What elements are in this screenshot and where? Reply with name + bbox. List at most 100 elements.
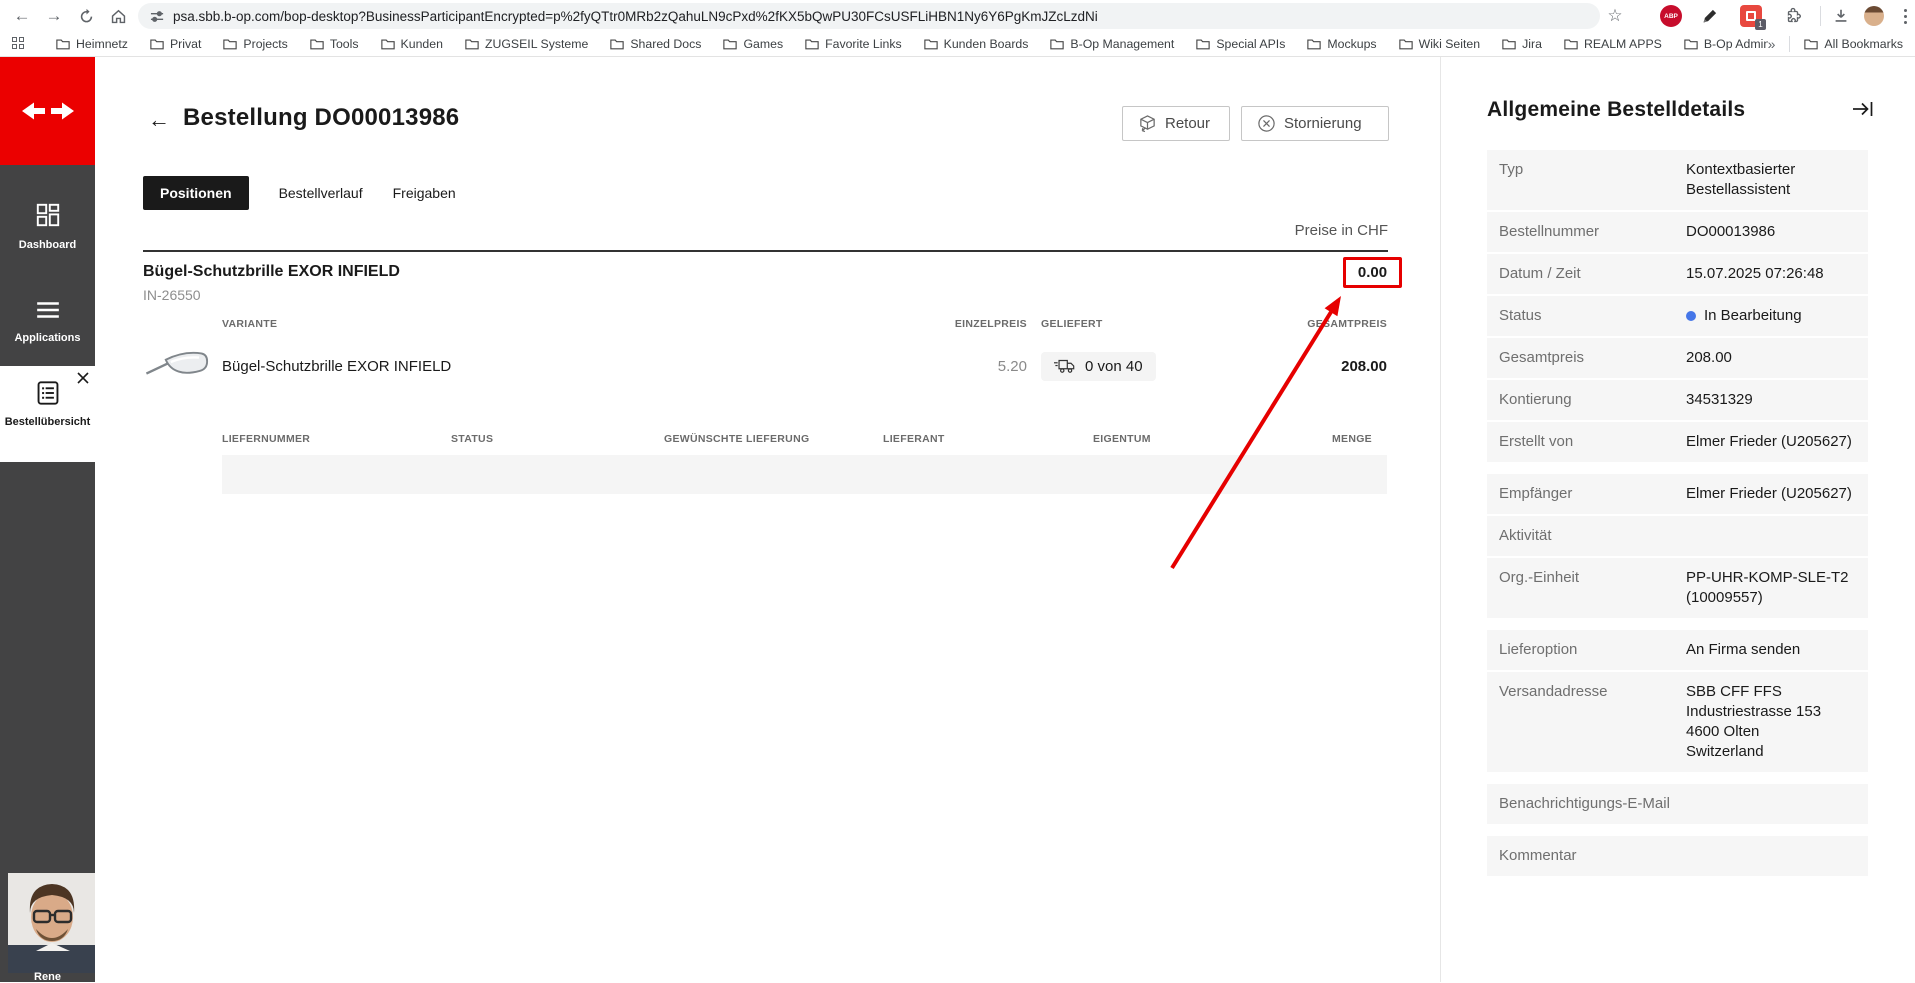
order-main: ← Bestellung DO00013986 Retour Stornieru… — [95, 57, 1440, 982]
user-avatar[interactable] — [8, 873, 97, 973]
browser-reload-icon[interactable] — [72, 2, 100, 30]
bookmark-folder[interactable]: Games — [723, 37, 783, 51]
detail-label: Bestellnummer — [1499, 223, 1600, 240]
variant-row: Bügel-Schutzbrille EXOR INFIELD 5.20 0 v… — [140, 338, 1387, 394]
bookmark-folder[interactable]: Heimnetz — [56, 37, 128, 51]
all-bookmarks-button[interactable]: All Bookmarks — [1804, 37, 1903, 51]
sidebar-item-label: Dashboard — [18, 239, 77, 251]
sbb-logo[interactable] — [0, 57, 95, 165]
bookmarks-overflow-chevron[interactable]: » — [1768, 36, 1776, 52]
bookmark-folder[interactable]: Wiki Seiten — [1398, 37, 1480, 51]
bookmark-folder[interactable]: Jira — [1502, 37, 1542, 51]
folder-icon — [150, 39, 164, 50]
column-header: LIEFERNUMMER — [222, 433, 311, 445]
delivery-table-empty-row — [222, 455, 1387, 494]
stornierung-button[interactable]: Stornierung — [1241, 106, 1389, 141]
detail-rows: Typ Kontextbasierter Bestellassistent Best… — [1487, 150, 1868, 878]
sidebar-item-dashboard[interactable]: Dashboard — [0, 203, 95, 251]
folder-icon — [1196, 39, 1211, 50]
bookmarks-bar: Heimnetz Privat Projects Tools Kunden ZUGSEIL… — [0, 32, 1915, 85]
tab-freigaben[interactable]: Freigaben — [393, 176, 456, 210]
extensions-puzzle-icon[interactable] — [1782, 5, 1804, 27]
bookmark-folder[interactable]: B-Op Management — [1050, 37, 1174, 51]
column-header: GESAMTPREIS — [1307, 318, 1387, 330]
annotated-total-value: 0.00 — [1343, 257, 1402, 288]
browser-back-icon[interactable]: ← — [8, 2, 36, 30]
detail-row: Kommentar — [1487, 836, 1868, 876]
bookmark-folder[interactable]: REALM APPS — [1564, 37, 1662, 51]
detail-label: Datum / Zeit — [1499, 265, 1581, 282]
bookmark-folder[interactable]: Special APIs — [1196, 37, 1285, 51]
bookmark-folder[interactable]: Projects — [223, 37, 288, 51]
order-list-icon — [37, 381, 58, 405]
app-sidebar: Dashboard Applications Bestellübersicht … — [0, 57, 97, 983]
detail-row: Gesamtpreis 208.00 — [1487, 338, 1868, 378]
detail-value: 34531329 — [1686, 391, 1753, 408]
retour-button[interactable]: Retour — [1122, 106, 1230, 141]
bookmark-folder[interactable]: Tools — [310, 37, 359, 51]
column-header: EINZELPREIS — [954, 318, 1027, 330]
side-panel-grid-icon[interactable] — [12, 37, 24, 49]
delivered-chip: 0 von 40 — [1041, 351, 1156, 381]
safety-glasses-image — [145, 351, 209, 375]
folder-icon — [805, 39, 819, 50]
adblock-extension-icon[interactable]: ABP — [1660, 5, 1682, 27]
bookmark-folder[interactable]: Shared Docs — [610, 37, 701, 51]
site-info-icon[interactable] — [150, 9, 165, 24]
detail-value: DO00013986 — [1686, 223, 1776, 240]
bookmark-star-icon[interactable]: ☆ — [1604, 5, 1626, 27]
bookmark-folder[interactable]: B-Op Admin — [1684, 37, 1768, 51]
folder-icon — [310, 39, 324, 50]
browser-home-icon[interactable] — [104, 2, 132, 30]
bookmark-folder[interactable]: Kunden — [380, 37, 443, 51]
address-bar[interactable]: psa.sbb.b-op.com/bop-desktop?BusinessPar… — [138, 3, 1600, 29]
order-details-panel: Allgemeine Bestelldetails Typ Kontextbasi… — [1441, 57, 1915, 982]
tab-positionen[interactable]: Positionen — [143, 176, 249, 210]
browser-profile-avatar[interactable] — [1864, 6, 1884, 26]
folder-icon — [1050, 39, 1065, 50]
back-arrow-icon[interactable]: ← — [148, 107, 170, 133]
variant-unit-price: 5.20 — [997, 357, 1027, 375]
detail-label: Aktivität — [1499, 527, 1552, 544]
detail-label: Kontierung — [1499, 391, 1572, 408]
divider-rule — [143, 250, 1388, 252]
pen-extension-icon[interactable] — [1698, 5, 1720, 27]
column-header: GELIEFERT — [1041, 318, 1103, 330]
folder-icon — [1804, 39, 1819, 50]
detail-value — [1686, 846, 1868, 866]
extension-badge: 1 — [1755, 19, 1766, 30]
page-title: Bestellung DO00013986 — [183, 104, 460, 131]
folder-icon — [56, 39, 70, 50]
user-name: Rene — [34, 971, 61, 983]
browser-menu-icon[interactable] — [1894, 5, 1915, 27]
bookmark-folder[interactable]: Favorite Links — [805, 37, 902, 51]
folder-icon — [1307, 39, 1322, 50]
folder-icon — [223, 39, 238, 50]
bookmark-folder[interactable]: ZUGSEIL Systeme — [465, 37, 588, 51]
folder-icon — [1398, 39, 1413, 50]
sidebar-item-bestelluebersicht[interactable]: Bestellübersicht — [0, 366, 95, 462]
column-header: LIEFERANT — [883, 433, 945, 445]
variant-name: Bügel-Schutzbrille EXOR INFIELD — [222, 357, 452, 375]
detail-label: Status — [1499, 307, 1542, 324]
red-extension-icon[interactable]: 1 — [1740, 5, 1766, 30]
bookmark-folder[interactable]: Privat — [150, 37, 201, 51]
close-icon[interactable] — [76, 371, 90, 385]
sbb-double-arrow-icon — [21, 102, 74, 120]
tab-bestellverlauf[interactable]: Bestellverlauf — [279, 176, 363, 210]
bookmark-folder[interactable]: Kunden Boards — [923, 37, 1028, 51]
folder-icon — [1564, 39, 1578, 50]
detail-label: Benachrichtigungs-E-Mail — [1499, 795, 1670, 812]
column-header: STATUS — [451, 433, 494, 445]
sidebar-item-applications[interactable]: Applications — [0, 300, 95, 344]
retour-label: Retour — [1165, 115, 1211, 132]
folder-icon — [465, 39, 479, 50]
browser-forward-icon[interactable]: → — [40, 2, 68, 30]
downloads-icon[interactable] — [1830, 5, 1852, 27]
collapse-panel-icon[interactable] — [1852, 100, 1874, 123]
detail-value — [1686, 794, 1868, 814]
bookmark-folder[interactable]: Mockups — [1307, 37, 1377, 51]
detail-label: Empfänger — [1499, 485, 1573, 502]
panel-title: Allgemeine Bestelldetails — [1487, 98, 1746, 121]
detail-row: Benachrichtigungs-E-Mail — [1487, 784, 1868, 824]
